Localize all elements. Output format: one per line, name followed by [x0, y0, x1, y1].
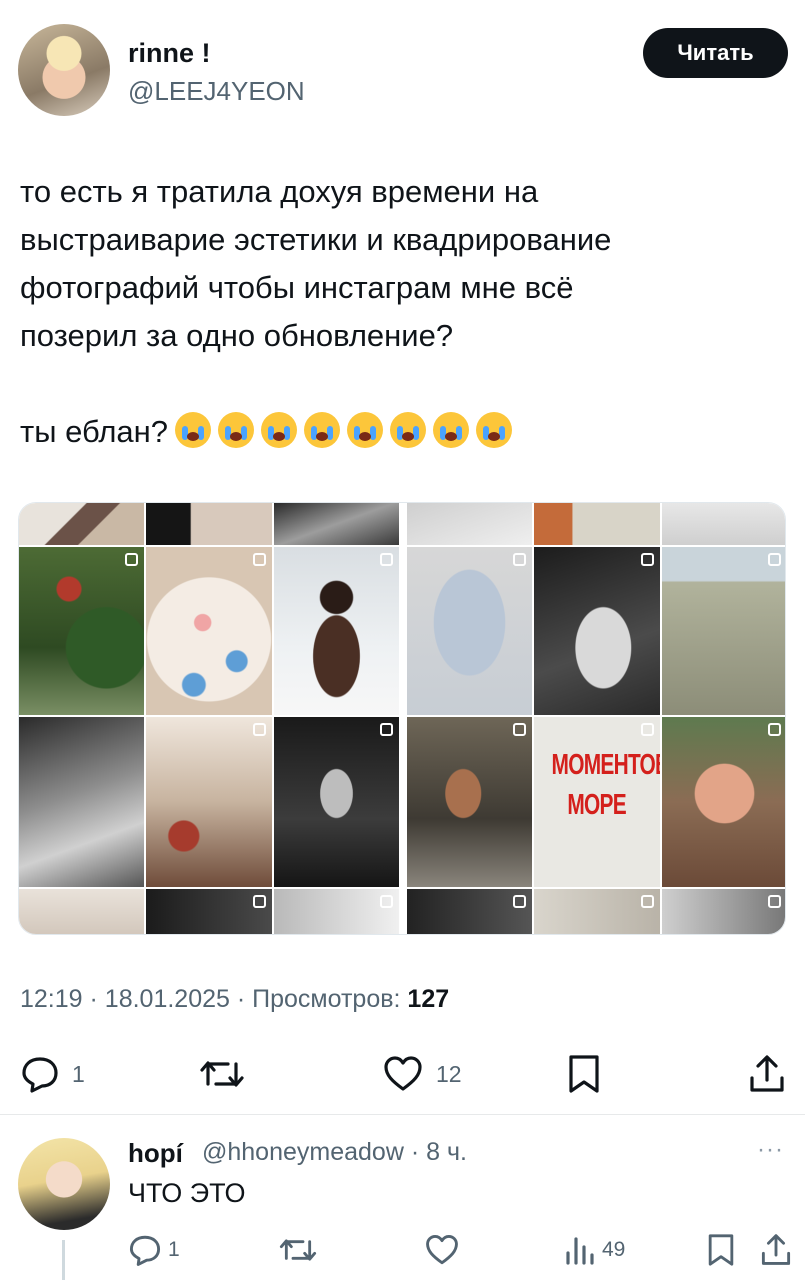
photo-tile [534, 547, 660, 715]
photo-tile [407, 547, 533, 715]
like-count: 12 [436, 1060, 462, 1087]
reply-share-button[interactable] [760, 1230, 792, 1270]
tweet-media[interactable]: МОМЕНТОВ МОРЕ [18, 502, 786, 935]
retweet-button[interactable] [198, 1050, 246, 1098]
more-options-icon[interactable]: ··· [757, 1136, 784, 1164]
meta-separator: · [236, 985, 253, 1013]
loudly-crying-face-icon [476, 412, 513, 448]
tweet-time[interactable]: 12:19 [20, 985, 83, 1013]
photo-tile [146, 889, 272, 934]
reply-like-button[interactable] [424, 1230, 460, 1270]
thread-line [62, 1240, 65, 1280]
reply-tweet[interactable]: hopí @hhoneymeadow · 8 ч. ··· ЧТО ЭТО 1 … [18, 1134, 791, 1280]
loudly-crying-face-icon [218, 412, 255, 448]
photo-tile [19, 503, 145, 545]
tweet-date[interactable]: 18.01.2025 [105, 985, 230, 1013]
bookmark-button[interactable] [566, 1050, 602, 1098]
reply-author-name[interactable]: hopí [128, 1138, 183, 1169]
views-chart-icon [566, 1237, 594, 1265]
photo-tile [273, 503, 399, 545]
media-image-left[interactable] [19, 503, 399, 934]
photo-tile [273, 889, 399, 934]
reply-icon [22, 1057, 58, 1093]
photo-tile [534, 503, 660, 545]
tweet-line: выстраиварие эстетики и квадрирование [20, 222, 612, 257]
tweet-line: фотографий чтобы инстаграм мне всё [20, 270, 574, 305]
author-avatar[interactable] [18, 24, 110, 116]
tweet-question: ты еблан? [20, 414, 169, 449]
like-icon [426, 1234, 458, 1265]
like-button[interactable]: 12 [382, 1050, 462, 1098]
tweet-line-last: ты еблан? [20, 408, 790, 456]
reply-count: 1 [72, 1060, 85, 1087]
poster-line-1: МОМЕНТОВ [551, 749, 660, 781]
reply-text: ЧТО ЭТО [128, 1178, 246, 1208]
reply-avatar[interactable] [18, 1138, 110, 1230]
emoji-row [168, 412, 513, 449]
photo-tile [661, 503, 785, 545]
reply-author-handle[interactable]: @hhoneymeadow · 8 ч. [202, 1138, 467, 1167]
poster-line-2: МОРЕ [567, 789, 627, 821]
reply-button[interactable]: 1 [20, 1050, 85, 1098]
tweet-header: rinne ! @LEEJ4YEON Читать [18, 24, 788, 118]
reply-icon [129, 1235, 161, 1266]
reply-actions: 1 49 [128, 1230, 791, 1270]
retweet-icon [200, 1061, 244, 1087]
loudly-crying-face-icon [390, 412, 427, 448]
reply-bookmark-button[interactable] [706, 1230, 736, 1270]
retweet-icon [279, 1239, 317, 1261]
views-count: 127 [407, 985, 450, 1013]
tweet-actions: 1 12 [20, 1050, 790, 1098]
bookmark-icon [569, 1055, 599, 1093]
loudly-crying-face-icon [304, 412, 341, 448]
meta-separator: · [89, 985, 105, 1013]
photo-tile [146, 503, 272, 545]
photo-tile [407, 503, 533, 545]
media-image-right[interactable]: МОМЕНТОВ МОРЕ [407, 503, 785, 934]
photo-tile [534, 889, 660, 934]
share-button[interactable] [748, 1050, 786, 1098]
tweet-line: позерил за одно обновление? [20, 318, 454, 353]
reply-retweet-button[interactable] [278, 1230, 318, 1270]
photo-tile [19, 889, 145, 934]
loudly-crying-face-icon [175, 412, 212, 448]
share-icon [750, 1055, 784, 1092]
tweet-line: то есть я тратила дохуя времени на [20, 174, 539, 209]
poster-text: МОМЕНТОВ МОРЕ [551, 745, 660, 825]
photo-tile [407, 717, 533, 887]
divider [0, 1114, 805, 1115]
tweet-text: то есть я тратила дохуя времени на выстр… [20, 168, 790, 456]
photo-tile [273, 547, 399, 715]
views-label: Просмотров: [252, 985, 401, 1013]
loudly-crying-face-icon [433, 412, 470, 448]
poster-tile: МОМЕНТОВ МОРЕ [534, 717, 660, 887]
photo-tile [19, 717, 145, 887]
bookmark-icon [708, 1234, 734, 1266]
author-name[interactable]: rinne ! [128, 38, 211, 69]
photo-tile [661, 547, 785, 715]
reply-reply-button[interactable]: 1 [128, 1230, 180, 1270]
photo-tile [146, 547, 272, 715]
photo-tile [19, 547, 145, 715]
follow-button[interactable]: Читать [643, 28, 788, 78]
author-handle[interactable]: @LEEJ4YEON [128, 76, 305, 107]
reply-views-button[interactable]: 49 [564, 1230, 625, 1270]
reply-views-count: 49 [602, 1238, 626, 1261]
reply-reply-count: 1 [168, 1238, 180, 1261]
tweet-meta: 12:19 · 18.01.2025 · Просмотров: 127 [20, 985, 449, 1014]
like-icon [384, 1056, 422, 1091]
loudly-crying-face-icon [347, 412, 384, 448]
photo-tile [273, 717, 399, 887]
photo-tile [407, 889, 533, 934]
photo-tile [661, 717, 785, 887]
loudly-crying-face-icon [261, 412, 298, 448]
photo-tile [146, 717, 272, 887]
share-icon [761, 1234, 791, 1265]
photo-tile [661, 889, 785, 934]
